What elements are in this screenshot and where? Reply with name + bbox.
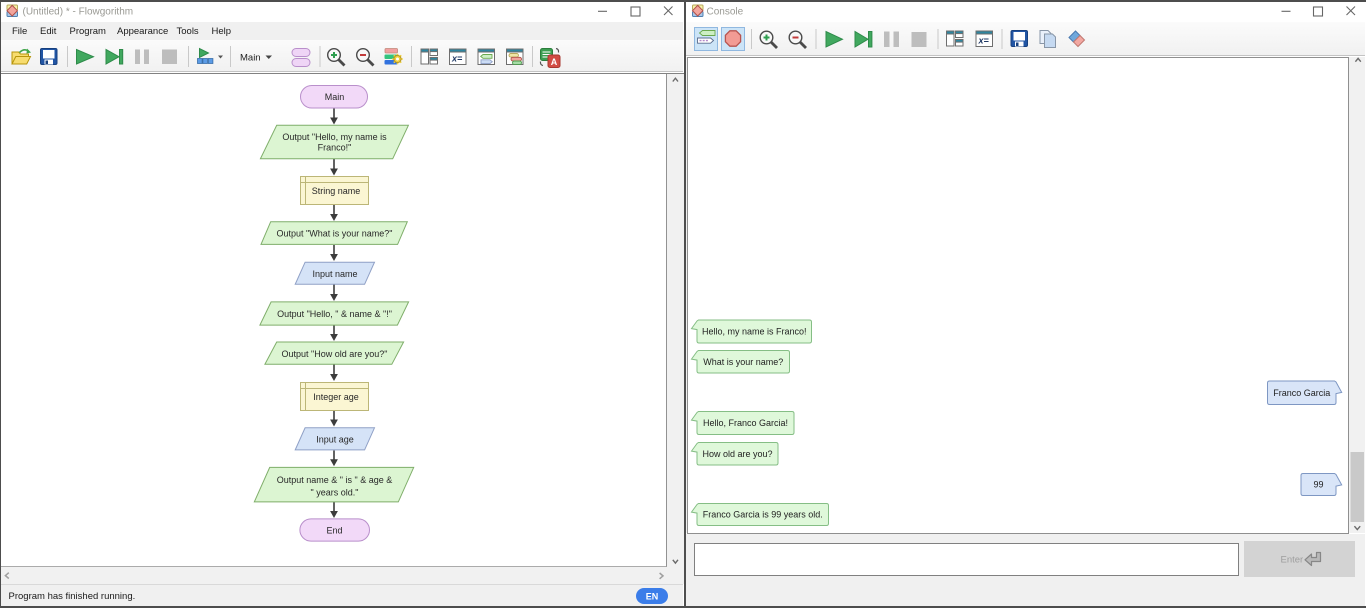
svg-text:Integer age: Integer age	[313, 392, 359, 402]
svg-text:Input age: Input age	[316, 435, 354, 445]
svg-text:Hello, Franco Garcia!: Hello, Franco Garcia!	[703, 418, 788, 428]
svg-text:Program: Program	[70, 26, 107, 37]
svg-text:Edit: Edit	[40, 26, 57, 37]
svg-text:Console: Console	[707, 7, 744, 18]
svg-text:How old are you?: How old are you?	[702, 449, 772, 459]
svg-text:String name: String name	[312, 186, 361, 196]
svg-text:Program has finished running.: Program has finished running.	[9, 591, 136, 602]
svg-text:Output "Hello, " & name & "!": Output "Hello, " & name & "!"	[277, 309, 392, 319]
svg-text:Tools: Tools	[177, 26, 199, 37]
svg-text:(Untitled) * - Flowgorithm: (Untitled) * - Flowgorithm	[23, 7, 134, 18]
svg-text:Franco Garcia: Franco Garcia	[1273, 388, 1330, 398]
svg-text:99: 99	[1313, 480, 1323, 490]
svg-text:Enter: Enter	[1281, 555, 1304, 566]
svg-text:A: A	[551, 57, 558, 67]
svg-text:Appearance: Appearance	[117, 26, 168, 37]
svg-text:Output "Hello, my name is: Output "Hello, my name is	[282, 132, 387, 142]
svg-text:Main: Main	[325, 92, 345, 102]
svg-text:Help: Help	[212, 26, 232, 37]
svg-text:Input name: Input name	[312, 269, 357, 279]
svg-text:File: File	[12, 26, 27, 37]
svg-text:Output name & " is " & age &: Output name & " is " & age &	[277, 475, 392, 485]
svg-text:Output "How old are you?": Output "How old are you?"	[282, 349, 388, 359]
svg-text:Franco!": Franco!"	[318, 143, 352, 153]
svg-text:Main: Main	[240, 53, 261, 64]
svg-text:" years old.": " years old."	[311, 488, 359, 498]
svg-text:What is your name?: What is your name?	[703, 357, 783, 367]
svg-text:Output "What is your name?": Output "What is your name?"	[277, 229, 393, 239]
svg-text:Hello, my name is Franco!: Hello, my name is Franco!	[702, 327, 807, 337]
svg-text:End: End	[326, 526, 342, 536]
svg-text:EN: EN	[646, 592, 659, 602]
svg-text:Franco Garcia is 99 years old.: Franco Garcia is 99 years old.	[703, 510, 823, 520]
